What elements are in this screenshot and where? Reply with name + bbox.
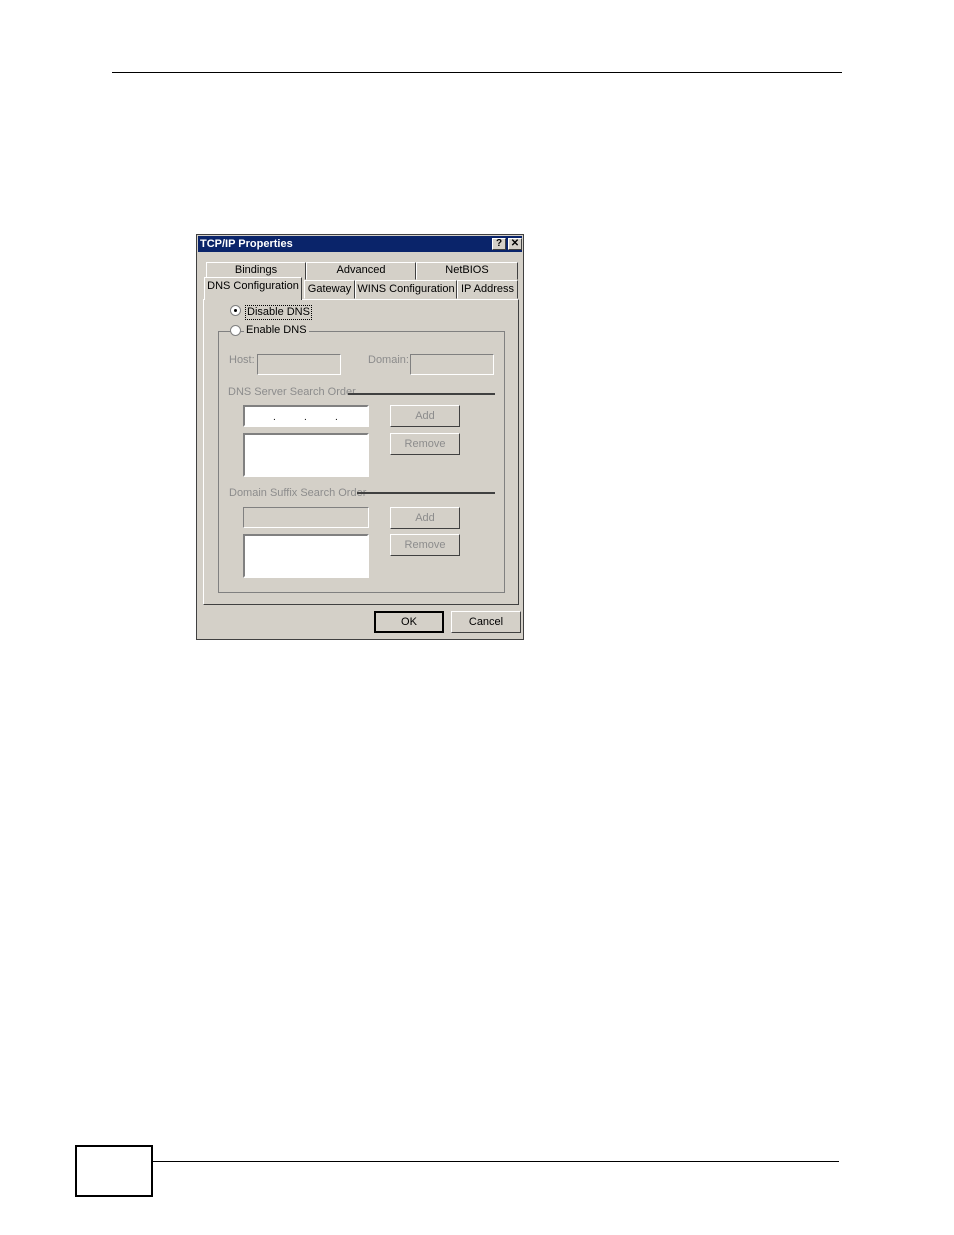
ip-dot: . <box>335 412 338 423</box>
tcpip-properties-dialog: TCP/IP Properties ? ✕ Bindings Advanced … <box>196 234 524 640</box>
dns-server-ip-field[interactable]: . . . <box>243 405 369 427</box>
tab-wins-configuration[interactable]: WINS Configuration <box>355 280 457 299</box>
help-icon[interactable]: ? <box>492 238 506 250</box>
dns-server-list[interactable] <box>243 433 369 477</box>
cancel-button[interactable]: Cancel <box>451 611 521 633</box>
tab-gateway[interactable]: Gateway <box>304 280 355 299</box>
domain-suffix-remove-label: Remove <box>404 539 446 551</box>
domain-label: Domain: <box>368 354 409 366</box>
domain-suffix-add-button[interactable]: Add <box>390 507 460 529</box>
domain-suffix-list[interactable] <box>243 534 369 578</box>
tab-advanced-label: Advanced <box>336 264 386 276</box>
dns-server-search-order-label: DNS Server Search Order <box>228 386 358 399</box>
header-rule <box>112 72 842 73</box>
tab-advanced[interactable]: Advanced <box>306 262 416 280</box>
domain-field[interactable] <box>410 354 494 375</box>
disable-dns-radio[interactable] <box>230 305 241 316</box>
disable-dns-label[interactable]: Disable DNS <box>245 305 312 320</box>
tab-gateway-label: Gateway <box>307 283 352 295</box>
tab-netbios[interactable]: NetBIOS <box>416 262 518 280</box>
close-icon[interactable]: ✕ <box>508 238 522 250</box>
ok-button[interactable]: OK <box>374 611 444 633</box>
domain-suffix-field[interactable] <box>243 507 369 528</box>
title-bar[interactable]: TCP/IP Properties ? ✕ <box>198 236 522 252</box>
radio-selected-dot <box>234 309 237 312</box>
tab-dns-configuration-label: DNS Configuration <box>207 280 299 292</box>
tab-netbios-label: NetBIOS <box>445 264 489 276</box>
enable-dns-label[interactable]: Enable DNS <box>244 324 309 337</box>
section-divider <box>357 492 495 494</box>
section-divider <box>348 393 495 395</box>
host-field[interactable] <box>257 354 341 375</box>
ip-dot: . <box>304 412 307 423</box>
domain-suffix-remove-button[interactable]: Remove <box>390 534 460 556</box>
tab-dns-configuration[interactable]: DNS Configuration <box>204 277 302 300</box>
host-label: Host: <box>229 354 255 366</box>
footer-rule <box>151 1161 839 1162</box>
dns-server-add-button[interactable]: Add <box>390 405 460 427</box>
dns-server-add-label: Add <box>415 410 435 422</box>
domain-suffix-add-label: Add <box>415 512 435 524</box>
dns-server-remove-button[interactable]: Remove <box>390 433 460 455</box>
tab-ip-address-label: IP Address <box>461 283 514 295</box>
dialog-title: TCP/IP Properties <box>200 238 293 250</box>
dns-server-remove-label: Remove <box>404 438 446 450</box>
tab-bindings-label: Bindings <box>234 264 278 276</box>
domain-suffix-search-order-label: Domain Suffix Search Order <box>229 487 369 500</box>
ip-dot: . <box>273 412 276 423</box>
tab-ip-address[interactable]: IP Address <box>457 280 518 299</box>
tab-wins-configuration-label: WINS Configuration <box>357 283 455 295</box>
cancel-label: Cancel <box>468 616 504 628</box>
page-number-box <box>75 1145 153 1197</box>
ok-label: OK <box>401 616 417 628</box>
enable-dns-radio[interactable] <box>230 325 241 336</box>
